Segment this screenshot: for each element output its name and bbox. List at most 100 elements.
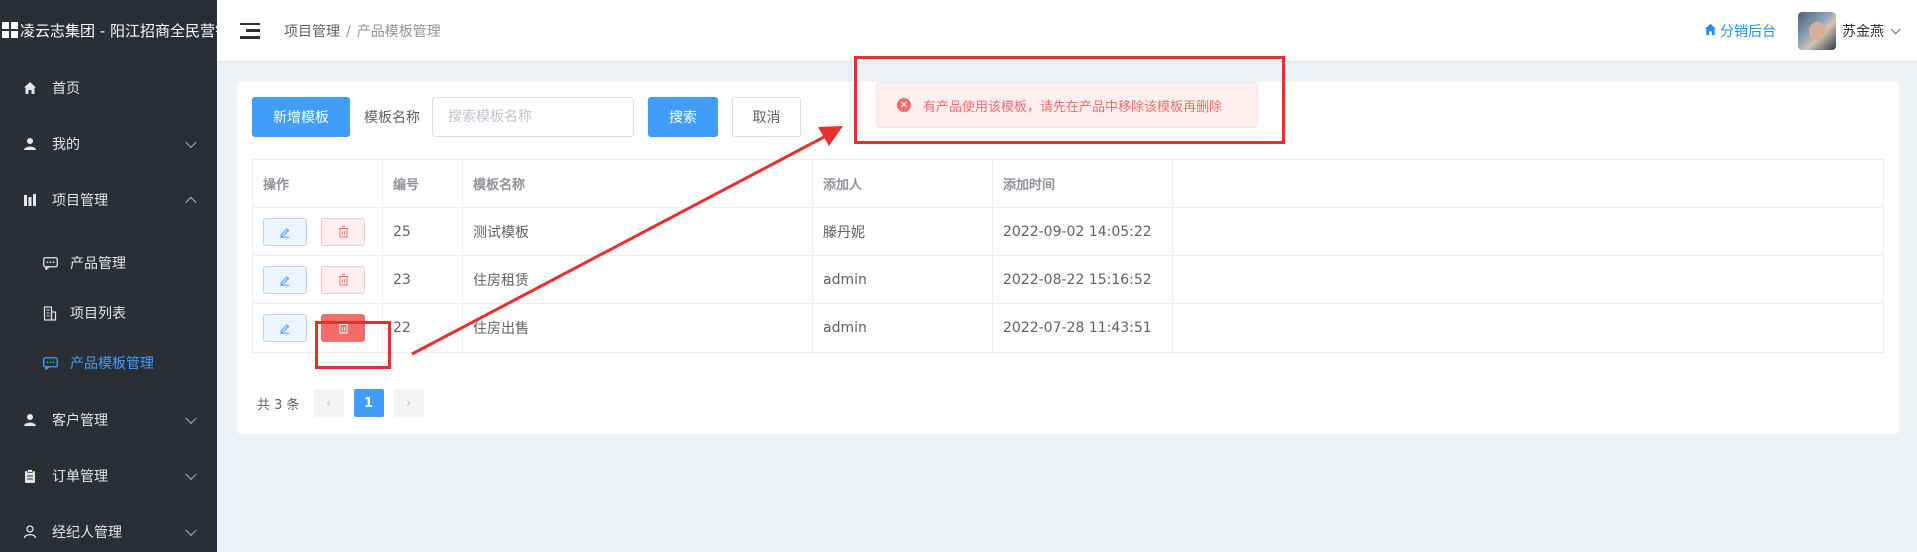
cell-id: 25 (383, 208, 463, 255)
chat-icon (42, 255, 58, 271)
template-table: 操作 编号 模板名称 添加人 添加时间 25 测试模板 滕丹妮 2022-09-… (252, 159, 1884, 353)
cell-creator: admin (813, 256, 993, 303)
cell-creator: 滕丹妮 (813, 208, 993, 255)
edit-button[interactable] (263, 217, 307, 246)
sidebar-item-label: 产品模板管理 (70, 356, 154, 372)
building-icon (22, 192, 38, 208)
cell-name: 测试模板 (463, 208, 813, 255)
error-message-text: 有产品使用该模板，请先在产品中移除该模板再删除 (923, 99, 1223, 115)
sidebar-item-home[interactable]: 首页 (0, 60, 217, 116)
chevron-down-icon (185, 468, 197, 481)
cell-id: 22 (383, 304, 463, 352)
cell-created-time: 2022-07-28 11:43:51 (993, 304, 1173, 352)
sidebar-item-label: 项目列表 (70, 306, 126, 322)
user-outline-icon (22, 524, 38, 540)
header-right: 分销后台 苏金燕 (1704, 0, 1917, 62)
prev-page-button[interactable]: ‹ (313, 389, 344, 417)
grid-logo-icon (2, 22, 18, 38)
clipboard-icon (22, 468, 38, 484)
add-template-button[interactable]: 新增模板 (252, 97, 350, 137)
delete-button[interactable] (321, 265, 365, 294)
cell-name: 住房租赁 (463, 256, 813, 303)
trash-icon (338, 273, 348, 285)
cell-created-time: 2022-09-02 14:05:22 (993, 208, 1173, 255)
breadcrumb-parent[interactable]: 项目管理 (284, 24, 340, 40)
edit-icon (280, 324, 290, 334)
error-icon: ✕ (897, 98, 911, 112)
trash-icon (338, 322, 348, 334)
column-filler (1173, 160, 1883, 207)
error-message-toast: ✕ 有产品使用该模板，请先在产品中移除该模板再删除 (876, 82, 1258, 128)
cell-created-time: 2022-08-22 15:16:52 (993, 256, 1173, 303)
user-icon (22, 412, 38, 428)
column-header-creator: 添加人 (813, 160, 993, 207)
table-header-row: 操作 编号 模板名称 添加人 添加时间 (253, 160, 1883, 208)
cancel-button[interactable]: 取消 (732, 97, 801, 137)
sidebar-item-product-management[interactable]: 产品管理 (0, 238, 217, 288)
row-actions (253, 208, 383, 255)
distribution-backend-link[interactable]: 分销后台 (1704, 21, 1776, 41)
row-actions (253, 256, 383, 303)
search-button[interactable]: 搜索 (648, 97, 718, 137)
distribution-backend-label: 分销后台 (1720, 24, 1776, 40)
sidebar-item-label: 首页 (52, 81, 80, 97)
caret-down-icon[interactable] (1890, 23, 1901, 34)
home-icon (1704, 23, 1717, 40)
chevron-down-icon (185, 524, 197, 537)
content-card: 新增模板 模板名称 搜索 取消 操作 编号 模板名称 添加人 添加时间 25 (237, 82, 1899, 434)
row-actions (253, 304, 383, 352)
next-page-button[interactable]: › (393, 389, 424, 417)
office-building-icon (42, 305, 58, 321)
avatar[interactable] (1798, 12, 1836, 50)
breadcrumb-separator: / (346, 23, 351, 40)
sidebar-item-label: 产品管理 (70, 256, 126, 272)
table-row: 23 住房租赁 admin 2022-08-22 15:16:52 (253, 256, 1883, 304)
chevron-down-icon (185, 136, 197, 149)
trash-icon (338, 225, 348, 237)
cell-filler (1173, 256, 1883, 303)
delete-button-focused[interactable] (321, 314, 365, 342)
home-icon (22, 80, 38, 96)
sidebar-item-agent-management[interactable]: 经纪人管理 (0, 504, 217, 552)
sidebar-item-label: 经纪人管理 (52, 525, 122, 541)
breadcrumb-current: 产品模板管理 (356, 23, 441, 40)
sidebar-item-order-management[interactable]: 订单管理 (0, 448, 217, 504)
edit-icon (280, 227, 290, 238)
edit-icon (280, 275, 290, 286)
sidebar-item-customer-management[interactable]: 客户管理 (0, 392, 217, 448)
pagination: 共 3 条 ‹ 1 › (257, 389, 434, 417)
template-name-search-input[interactable] (432, 97, 634, 137)
pagination-total: 共 3 条 (257, 397, 300, 413)
toolbar: 新增模板 模板名称 搜索 取消 (252, 97, 801, 137)
breadcrumb: 项目管理 / 产品模板管理 (284, 21, 441, 41)
top-header: 项目管理 / 产品模板管理 分销后台 苏金燕 (217, 0, 1917, 62)
sidebar-item-project-management[interactable]: 项目管理 (0, 172, 217, 228)
cell-creator: admin (813, 304, 993, 352)
sidebar: 凌云志集团 - 阳江招商全民营销 首页 我的 项目管理 产品管理 项目列表 产品… (0, 0, 217, 552)
sidebar-item-label: 订单管理 (52, 469, 108, 485)
user-icon (22, 136, 38, 152)
chevron-down-icon (185, 412, 197, 425)
cell-name: 住房出售 (463, 304, 813, 352)
project-submenu: 产品管理 项目列表 产品模板管理 (0, 228, 217, 392)
sidebar-item-project-list[interactable]: 项目列表 (0, 288, 217, 338)
user-name[interactable]: 苏金燕 (1842, 21, 1884, 41)
sidebar-item-label: 客户管理 (52, 413, 108, 429)
chat-icon (42, 355, 58, 371)
template-name-label: 模板名称 (364, 110, 420, 126)
cell-id: 23 (383, 256, 463, 303)
page-button[interactable]: 1 (353, 389, 384, 417)
table-row: 22 住房出售 admin 2022-07-28 11:43:51 (253, 304, 1883, 352)
menu-toggle-icon[interactable] (240, 22, 260, 39)
brand-title: 凌云志集团 - 阳江招商全民营销 (20, 21, 217, 40)
sidebar-item-product-template-management[interactable]: 产品模板管理 (0, 338, 217, 388)
chevron-up-icon (185, 196, 197, 209)
sidebar-item-label: 我的 (52, 137, 80, 153)
table-row: 25 测试模板 滕丹妮 2022-09-02 14:05:22 (253, 208, 1883, 256)
edit-button[interactable] (263, 265, 307, 294)
edit-button[interactable] (263, 314, 307, 342)
brand: 凌云志集团 - 阳江招商全民营销 (0, 0, 217, 60)
delete-button[interactable] (321, 217, 365, 246)
column-header-created-time: 添加时间 (993, 160, 1173, 207)
sidebar-item-mine[interactable]: 我的 (0, 116, 217, 172)
